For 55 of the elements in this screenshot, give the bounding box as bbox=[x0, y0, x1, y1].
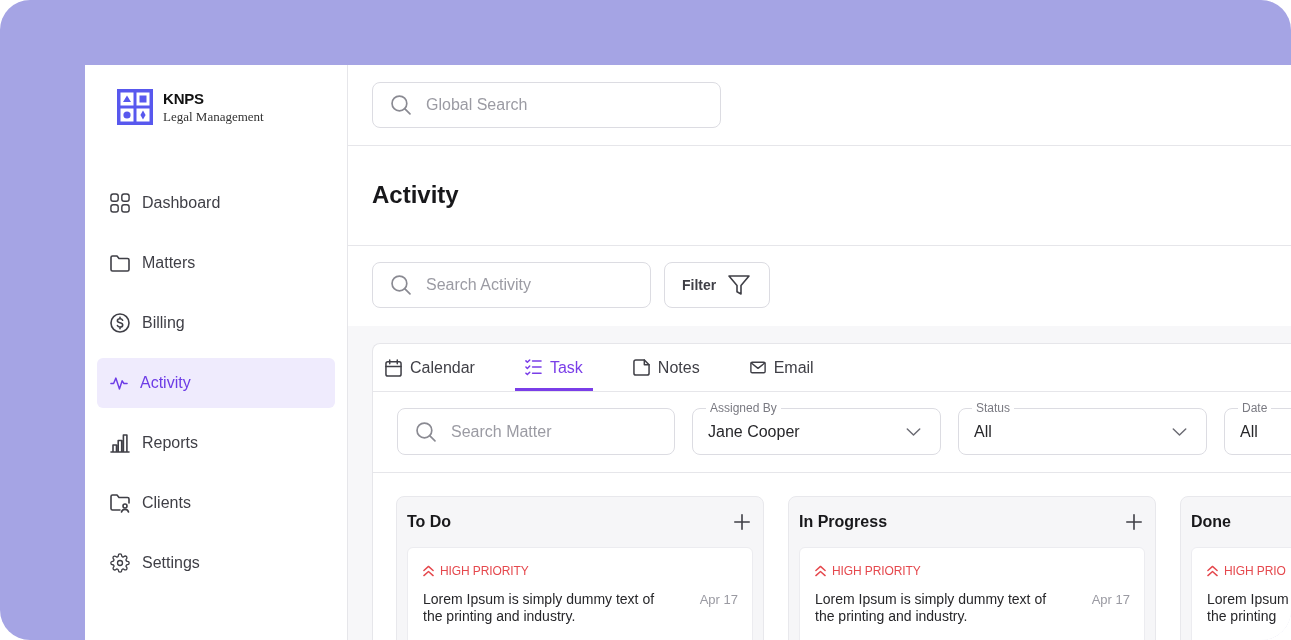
pulse-icon bbox=[110, 376, 128, 390]
dollar-coin-icon bbox=[110, 313, 130, 333]
brand-name: KNPS bbox=[163, 90, 205, 108]
task-description: Lorem Ipsum the printing bbox=[1207, 591, 1289, 625]
filter-button[interactable]: Filter bbox=[664, 262, 770, 308]
dropdown-field[interactable]: Status All bbox=[958, 400, 1207, 455]
plus-icon[interactable] bbox=[734, 514, 750, 530]
field-label: Assigned By bbox=[706, 400, 781, 416]
column-title: In Progress bbox=[799, 512, 888, 532]
double-chevron-up-icon bbox=[815, 565, 826, 577]
task-date: Apr 17 bbox=[1090, 591, 1130, 608]
double-chevron-up-icon bbox=[1207, 565, 1218, 577]
plus-icon[interactable] bbox=[1126, 514, 1142, 530]
priority-label: HIGH PRIORITY bbox=[832, 563, 921, 580]
sidebar-item[interactable]: Clients bbox=[97, 478, 335, 528]
folder-icon bbox=[110, 254, 130, 272]
tab[interactable]: Calendar bbox=[375, 344, 485, 391]
task-date: Apr 17 bbox=[698, 591, 738, 608]
search-icon bbox=[391, 95, 411, 115]
search-field[interactable]: Search Activity bbox=[372, 262, 651, 308]
tab[interactable]: Notes bbox=[622, 344, 710, 391]
priority-label: HIGH PRIO bbox=[1224, 563, 1286, 580]
folder-user-icon bbox=[110, 493, 130, 513]
sidebar-item[interactable]: Activity bbox=[97, 358, 335, 408]
search-field[interactable]: Global Search bbox=[372, 82, 721, 128]
sidebar-item[interactable]: Billing bbox=[97, 298, 335, 348]
tab[interactable]: Email bbox=[739, 344, 824, 391]
calendar-icon bbox=[385, 358, 402, 377]
gear-icon bbox=[110, 553, 130, 573]
double-chevron-up-icon bbox=[423, 565, 434, 577]
column-title: Done bbox=[1191, 512, 1231, 532]
filter-icon bbox=[728, 275, 751, 295]
dropdown-field[interactable]: Assigned By Jane Cooper bbox=[692, 400, 941, 455]
search-icon bbox=[391, 275, 411, 295]
sidebar-item[interactable]: Settings bbox=[97, 538, 335, 588]
search-field[interactable]: Search Matter bbox=[397, 408, 675, 455]
chevron-down-icon bbox=[1172, 427, 1187, 436]
checklist-icon bbox=[524, 359, 542, 376]
bar-chart-icon bbox=[110, 433, 130, 453]
priority-label: HIGH PRIORITY bbox=[440, 563, 529, 580]
page-title: Activity bbox=[372, 181, 459, 210]
sidebar-item[interactable]: Dashboard bbox=[97, 178, 335, 228]
sidebar-item[interactable]: Matters bbox=[97, 238, 335, 288]
grid-icon bbox=[110, 193, 130, 213]
mail-icon bbox=[749, 361, 766, 374]
column-title: To Do bbox=[407, 512, 452, 532]
tab[interactable]: Task bbox=[514, 344, 593, 391]
task-description: Lorem Ipsum is simply dummy text of the printing and industry. bbox=[423, 591, 655, 625]
grid-logo-icon bbox=[117, 89, 153, 125]
note-icon bbox=[632, 359, 650, 376]
task-description: Lorem Ipsum is simply dummy text of the printing and industry. bbox=[815, 591, 1047, 625]
brand-subtitle: Legal Management bbox=[163, 108, 264, 126]
chevron-down-icon bbox=[906, 427, 921, 436]
search-icon bbox=[416, 422, 436, 442]
sidebar-item[interactable]: Reports bbox=[97, 418, 335, 468]
